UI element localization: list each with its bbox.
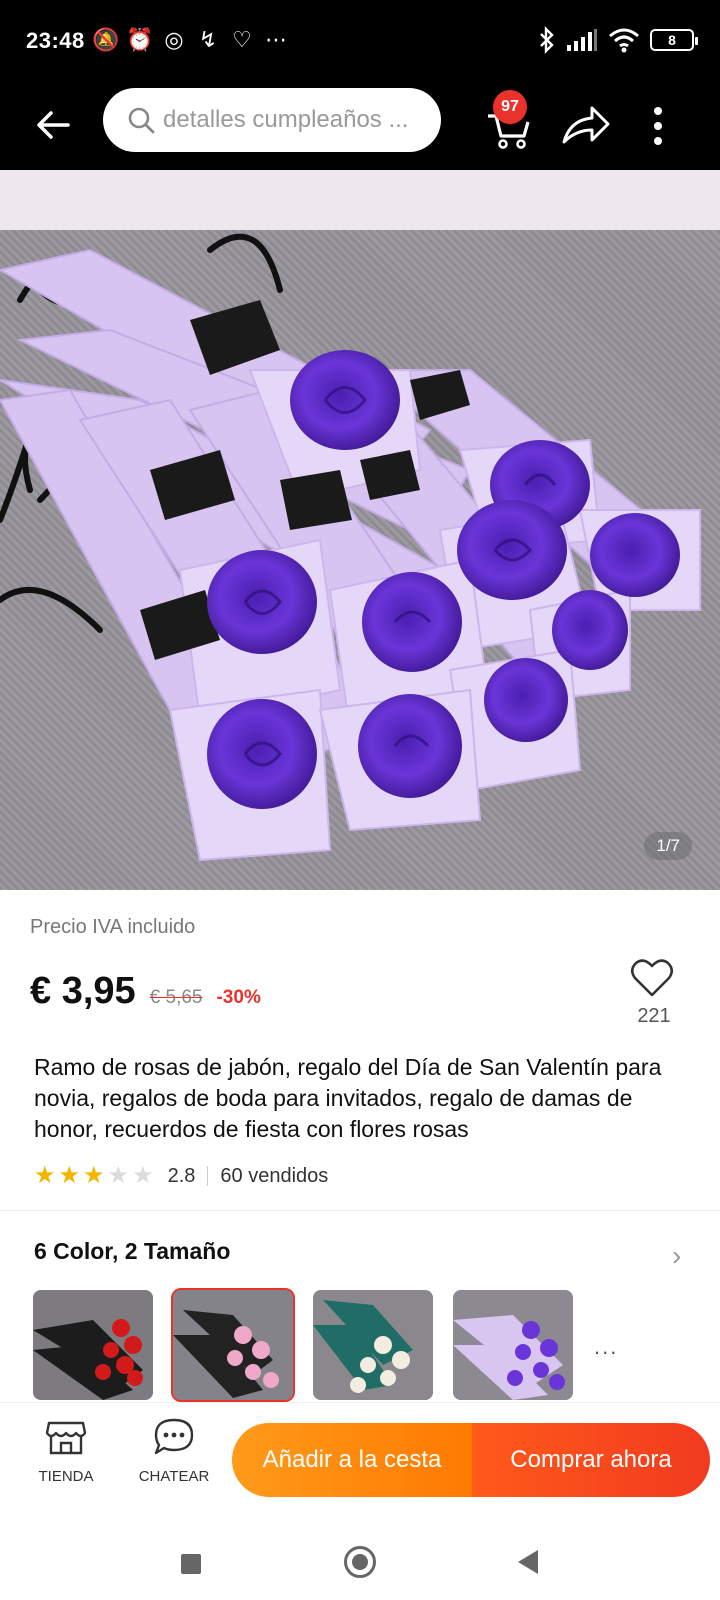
variant-image [453,1290,573,1400]
variant-thumb-pink[interactable] [171,1288,295,1402]
status-bar: 23:48 🔕 ⏰ ◎ ↯ ♡ ⋯ 8 [0,0,720,84]
home-icon[interactable] [344,1546,376,1578]
more-menu-button[interactable] [646,98,670,154]
bottom-action-bar: TIENDA CHATEAR Añadir a la cesta Comprar… [0,1402,720,1510]
variant-thumb-purple[interactable] [453,1290,573,1400]
rating-row[interactable]: ★ ★ ★ ★ ★ 2.8 60 vendidos [34,1164,328,1188]
chat-button[interactable]: CHATEAR [124,1417,224,1485]
signal-icon [567,29,597,51]
star-filled-icon: ★ [34,1162,56,1189]
search-placeholder: detalles cumpleaños ... [163,106,409,133]
notification-icons: 🔕 ⏰ ◎ ↯ ♡ ⋯ [92,26,290,54]
share-button[interactable] [560,100,612,152]
more-dots-icon: ⋯ [265,27,287,52]
more-variants-button[interactable]: ... [594,1334,618,1360]
variant-image [173,1290,293,1400]
back-triangle-icon[interactable] [518,1550,538,1574]
system-navigation-bar [0,1520,720,1600]
heart-outline-icon [630,959,674,997]
favorites-count: 221 [637,1005,671,1027]
recent-apps-icon[interactable] [181,1554,201,1574]
star-filled-icon: ★ [83,1162,105,1189]
image-counter: 1/7 [644,832,692,860]
section-divider [0,1210,720,1211]
variant-summary[interactable]: 6 Color, 2 Tamaño [34,1238,230,1265]
variant-thumb-white[interactable] [313,1290,433,1400]
rating-stars: ★ ★ ★ ★ ★ [34,1164,154,1188]
store-label: TIENDA [38,1468,94,1485]
more-dot [654,137,662,145]
variant-image [33,1290,153,1400]
rating-divider [207,1166,209,1186]
back-button[interactable] [28,100,78,150]
sold-count: 60 vendidos [220,1164,329,1187]
vat-label: Precio IVA incluido [30,916,196,938]
star-filled-icon: ★ [58,1162,81,1189]
arrow-left-icon [37,111,70,139]
product-photo [0,170,720,862]
original-price: € 5,65 [149,987,203,1008]
rating-value: 2.8 [167,1164,196,1187]
star-empty-icon: ★ [132,1162,154,1189]
search-icon [128,107,155,134]
wifi-icon [609,28,639,53]
alarm-icon: ⏰ [126,27,154,52]
battery-icon: 8 [650,29,698,51]
top-nav: detalles cumpleaños ... [0,84,720,170]
add-to-cart-button[interactable]: Añadir a la cesta [232,1423,472,1497]
variant-thumbnails [33,1288,573,1402]
cart-badge: 97 [493,90,527,124]
star-empty-icon: ★ [107,1162,130,1189]
store-icon [45,1421,87,1455]
clock: 23:48 [26,28,85,53]
missed-call-icon: ↯ [198,27,218,52]
search-input[interactable]: detalles cumpleaños ... [103,88,441,152]
variant-thumb-red[interactable] [33,1290,153,1400]
product-image-gallery[interactable]: 1/7 [0,170,720,890]
wishlist-button[interactable] [630,958,678,1002]
more-dot [654,122,662,130]
chevron-right-icon[interactable]: › [672,1240,681,1272]
share-icon [562,106,610,144]
more-dot [654,107,662,115]
store-button[interactable]: TIENDA [16,1417,116,1485]
variant-image [313,1290,433,1400]
buy-now-button[interactable]: Comprar ahora [472,1423,710,1497]
product-title: Ramo de rosas de jabón, regalo del Día d… [34,1054,662,1142]
chat-icon [154,1418,194,1455]
mute-icon: 🔕 [92,27,120,52]
price-row: € 3,95 € 5,65 -30% [30,970,261,1013]
heart-icon: ♡ [232,27,252,52]
battery-level: 8 [668,32,676,48]
chat-label: CHATEAR [138,1468,210,1485]
system-icons: 8 [538,26,698,54]
discount-badge: -30% [216,987,261,1008]
whatsapp-icon: ◎ [164,27,184,52]
current-price: € 3,95 [30,970,136,1012]
bluetooth-icon [540,26,554,54]
